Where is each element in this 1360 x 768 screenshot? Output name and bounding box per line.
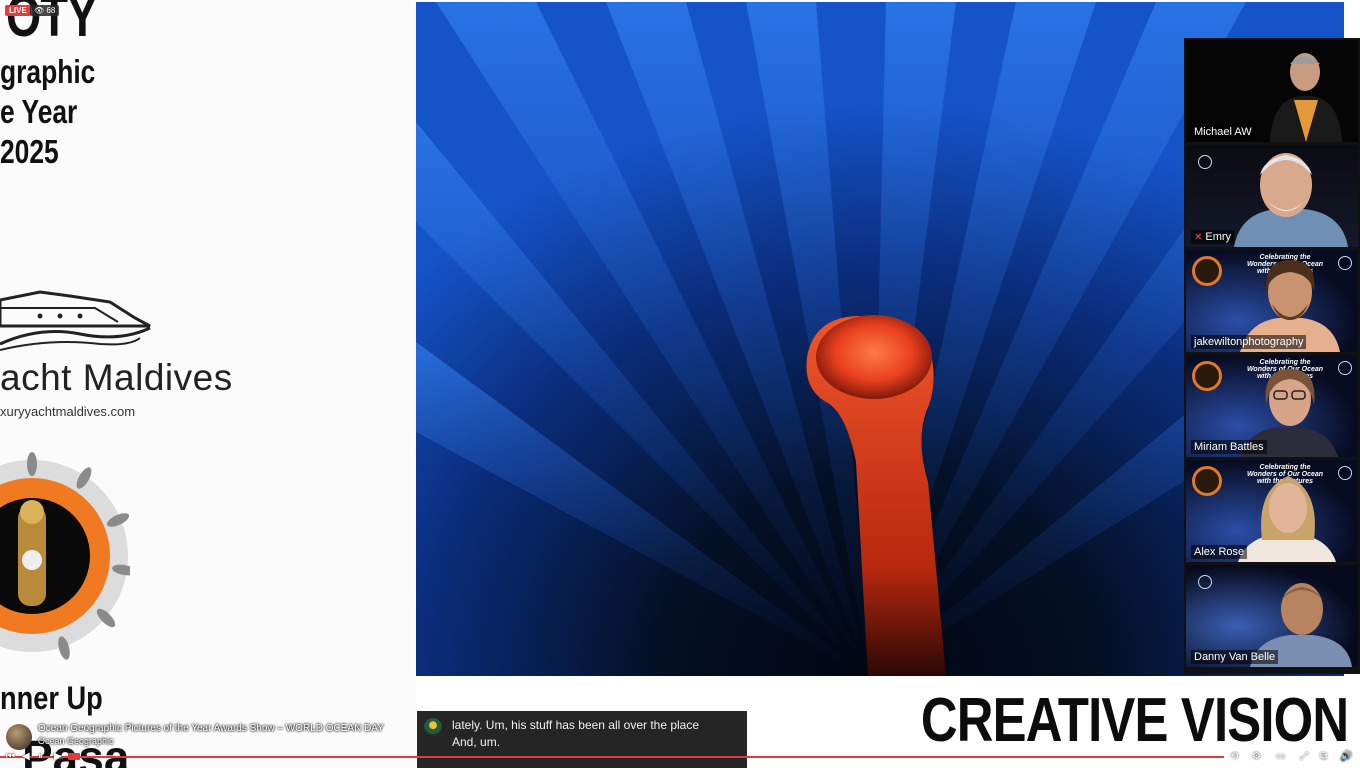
yacht-sponsor-name: acht Maldives xyxy=(0,357,233,398)
channel-avatar[interactable] xyxy=(6,724,32,750)
gear-icon[interactable]: ⚙ xyxy=(1252,750,1261,764)
participant-name: Michael AW xyxy=(1191,125,1255,139)
participant-tile-active-speaker[interactable]: Celebrating the Wonders of Our Ocean with … xyxy=(1186,460,1358,562)
progress-fill xyxy=(0,756,1224,758)
caption-speaker-avatar xyxy=(424,718,442,736)
muted-mic-icon: ✕ xyxy=(1194,232,1203,243)
participant-tile[interactable]: ✕ Emry xyxy=(1186,145,1358,247)
yacht-sponsor-url: xuryyachtmaldives.com xyxy=(0,404,136,419)
player-controls: ⏮ ◀ ⏸ ▶ ⟲ ⚙ ▭ ⤢ ⧉ 🔊 xyxy=(0,748,1360,768)
participant-name: ✕ Emry xyxy=(1191,230,1235,244)
participant-gallery: Michael AW ✕ Emry Celebrating the Wonders … xyxy=(1184,38,1360,674)
fullscreen-icon[interactable]: ⤢ xyxy=(1300,750,1308,764)
skip-next-icon[interactable]: ▶ xyxy=(54,750,62,764)
participant-tile[interactable]: Celebrating theWonders of Our Oceanwith … xyxy=(1186,250,1358,352)
progress-bar[interactable] xyxy=(0,756,1360,758)
participant-tile[interactable]: Danny Van Belle xyxy=(1186,565,1358,667)
un-logo-icon xyxy=(1198,155,1212,169)
award-title: nner Up xyxy=(0,680,103,716)
yacht-logo xyxy=(0,290,151,351)
event-title-line-1: graphic xyxy=(0,53,96,90)
participant-video xyxy=(1238,476,1336,562)
participant-name: jakewiltonphotography xyxy=(1191,335,1307,349)
participant-tile[interactable]: Michael AW xyxy=(1186,40,1358,142)
loop-icon[interactable]: ⟲ xyxy=(1230,750,1238,764)
stream-title[interactable]: Ocean Geographic Pictures of the Year Aw… xyxy=(38,723,384,734)
award-medal-icon xyxy=(1192,256,1222,286)
volume-icon[interactable]: 🔊 xyxy=(1340,750,1352,764)
event-year: 2025 xyxy=(0,133,59,170)
participant-name: Danny Van Belle xyxy=(1191,650,1279,664)
picture-in-picture-icon[interactable]: ⧉ xyxy=(1320,750,1327,764)
pause-icon[interactable]: ⏸ xyxy=(38,750,43,764)
sponsor-panel: OTY graphic e Year 2025 acht Maldives xu… xyxy=(0,0,416,768)
live-badge: LIVE xyxy=(5,5,31,16)
participant-video xyxy=(1234,153,1348,247)
award-medal-icon xyxy=(1192,361,1222,391)
participant-name: Miriam Battles xyxy=(1191,440,1267,454)
channel-name[interactable]: Ocean Geographic xyxy=(38,736,114,746)
live-indicator[interactable] xyxy=(68,753,80,760)
un-logo-icon xyxy=(1198,575,1212,589)
award-medal-icon xyxy=(1192,466,1222,496)
eye-icon: 👁 xyxy=(34,6,45,15)
participant-video xyxy=(1270,53,1342,142)
category-heading: CREATIVE VISION xyxy=(920,686,1349,755)
award-seal-logo xyxy=(0,452,130,660)
participant-tile[interactable]: Celebrating theWonders of Our Oceanwith … xyxy=(1186,355,1358,457)
skip-previous-icon[interactable]: ⏮ xyxy=(6,750,15,764)
rewind-icon[interactable]: ◀ xyxy=(22,750,30,764)
participant-name: Alex Rose xyxy=(1191,545,1248,559)
caption-line-1: lately. Um, his stuff has been all over … xyxy=(452,718,700,732)
viewer-count-value: 68 xyxy=(46,6,56,15)
viewer-count: 👁 68 xyxy=(30,5,60,16)
event-title-line-2: e Year xyxy=(0,93,78,130)
participant-name-text: Emry xyxy=(1205,231,1232,243)
caption-line-2: And, um. xyxy=(452,735,501,749)
captions-icon[interactable]: ▭ xyxy=(1276,750,1285,764)
